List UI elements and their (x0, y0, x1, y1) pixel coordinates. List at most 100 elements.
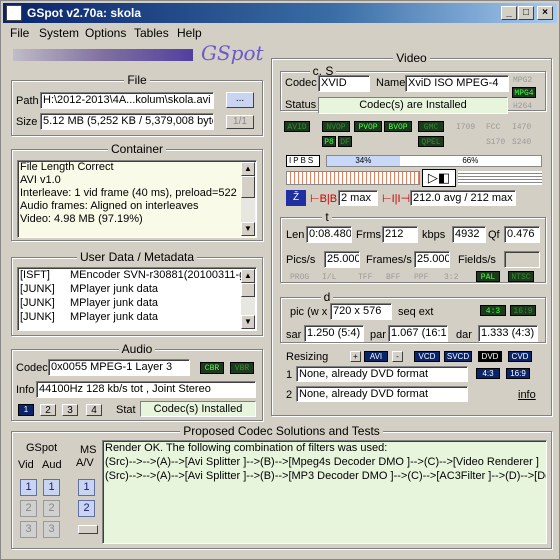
play-icon[interactable]: ▷◧ (422, 169, 456, 187)
frames-field: 25.000 (414, 251, 450, 268)
audio-codec-label: Codec (16, 362, 48, 374)
path-field[interactable]: H:\2012-2013\4A...kolum\skola.avi (40, 92, 214, 109)
vbr-indicator: VBR (230, 362, 254, 374)
userdata-value: MEncoder SVN-r30881(20100311-g (70, 269, 246, 281)
par-label: par (370, 329, 386, 341)
scroll-down-icon[interactable]: ▼ (241, 222, 255, 236)
seqext-label: seq ext (398, 306, 434, 318)
av-label: A/V (76, 457, 94, 469)
audio-title: Audio (118, 342, 156, 356)
gspot-aud-3[interactable]: 3 (43, 521, 60, 538)
resize-plus-button[interactable]: + (350, 351, 361, 362)
userdata-key: [ISFT] (20, 269, 50, 281)
audio-tab-2[interactable]: 2 (40, 404, 56, 416)
frame-pattern (286, 171, 420, 185)
resize-minus-button[interactable]: - (392, 351, 403, 362)
gspot-vid-2[interactable]: 2 (20, 500, 37, 517)
proposed-line: (Src)-->-->(A)-->[Avi Splitter ]-->(B)--… (105, 470, 547, 482)
browse-button[interactable]: ... (226, 92, 254, 108)
resize-cvd-button[interactable]: CVD (508, 351, 532, 362)
container-line: File Length Correct (20, 161, 114, 173)
pic-field: 720 x 576 (330, 303, 392, 320)
ms-extra-button[interactable] (78, 525, 98, 534)
gspot-aud-2[interactable]: 2 (43, 500, 60, 517)
pics-field: 25.000 (324, 251, 360, 268)
container-line: AVI v1.0 (20, 174, 61, 186)
path-label: Path (16, 95, 39, 107)
qpel-tag: QPEL (418, 136, 444, 147)
proposed-title: Proposed Codec Solutions and Tests (180, 424, 383, 438)
fields-field (504, 251, 540, 268)
minimize-button[interactable]: _ (501, 6, 517, 20)
video-title: Video (393, 51, 430, 65)
resize-avi-button[interactable]: AVI (364, 351, 388, 362)
aud-label: Aud (42, 459, 62, 471)
pics-label: Pics/s (286, 254, 316, 266)
audio-tab-1[interactable]: 1 (18, 404, 34, 416)
menu-file[interactable]: File (10, 26, 29, 40)
close-button[interactable]: × (537, 6, 553, 20)
mpg4-tag: MPG4 (512, 87, 536, 98)
graph-icon[interactable]: Ž (286, 190, 306, 206)
dar-field: 1.333 (4:3) (478, 325, 538, 342)
resize-43-button[interactable]: 4:3 (476, 368, 500, 379)
scroll-thumb[interactable] (241, 176, 255, 198)
audio-tab-4[interactable]: 4 (86, 404, 102, 416)
scroll-up-icon[interactable]: ▲ (241, 162, 255, 176)
i-frame-pct: 34% (327, 156, 400, 166)
menu-system[interactable]: System (39, 26, 79, 40)
proposed-list[interactable]: Render OK. The following combination of … (102, 440, 547, 544)
app-icon (6, 5, 22, 21)
scroll-up-icon[interactable]: ▲ (241, 269, 255, 283)
menu-help[interactable]: Help (177, 26, 202, 40)
ntsc-flag: NTSC (508, 271, 534, 282)
audio-group: Audio Codec 0x0055 MPEG-1 Layer 3 CBR VB… (11, 342, 263, 421)
resize-2-field: None, already DVD format (296, 386, 468, 402)
mpg2-tag: MPG2 (513, 76, 533, 85)
d-title: d (320, 290, 334, 304)
ar-169-indicator: 16:9 (510, 305, 536, 316)
video-codec-field: XVID (318, 75, 370, 92)
file-group: File Path H:\2012-2013\4A...kolum\skola.… (11, 73, 263, 136)
resize-1-field: None, already DVD format (296, 366, 468, 382)
maximize-button[interactable]: □ (518, 6, 534, 20)
page-indicator[interactable]: 1/1 (226, 115, 254, 129)
avid-tag: AVID (284, 121, 310, 132)
ms-av-2[interactable]: 2 (78, 500, 95, 517)
gspot-vid-1[interactable]: 1 (20, 479, 37, 496)
menu-tables[interactable]: Tables (134, 26, 169, 40)
frame-distribution-bar: 34% 66% (326, 155, 542, 167)
userdata-row: [ISFT] MEncoder SVN-r30881(20100311-g (18, 268, 256, 282)
audio-info-label: Info (16, 384, 35, 396)
gspot-aud-1[interactable]: 1 (43, 479, 60, 496)
resize-svcd-button[interactable]: SVCD (444, 351, 472, 362)
frms-label: Frms (356, 229, 382, 241)
userdata-key: [JUNK] (20, 311, 55, 323)
resize-dvd-button[interactable]: DVD (478, 351, 502, 362)
menu-options[interactable]: Options (85, 26, 126, 40)
len-label: Len (286, 229, 305, 241)
audio-tab-3[interactable]: 3 (62, 404, 78, 416)
ppf-flag: PPF (414, 273, 429, 282)
container-list[interactable]: File Length Correct AVI v1.0 Interleave:… (17, 160, 257, 238)
pal-flag: PAL (476, 271, 500, 282)
video-group: Video c, S Codec XVID Name XviD ISO MPEG… (271, 51, 552, 416)
info-link[interactable]: info (518, 389, 536, 401)
video-status-label: Status (285, 99, 317, 111)
bitrate-graph (458, 171, 542, 185)
container-scrollbar[interactable]: ▲ ▼ (241, 162, 255, 236)
resize-vcd-button[interactable]: VCD (414, 351, 440, 362)
resize-169-button[interactable]: 16:9 (506, 368, 530, 379)
kbps-label: kbps (422, 229, 446, 241)
il-flag: I/L (322, 273, 337, 282)
resizing-label: Resizing (286, 351, 329, 363)
s170-tag: S170 (486, 138, 506, 147)
scroll-down-icon[interactable]: ▼ (241, 315, 255, 329)
gspot-label: GSpot (26, 442, 58, 454)
ms-av-1[interactable]: 1 (78, 479, 95, 496)
gspot-vid-3[interactable]: 3 (20, 521, 37, 538)
video-status-field: Codec(s) are Installed (318, 97, 508, 114)
bff-flag: BFF (386, 273, 401, 282)
vid-label: Vid (18, 459, 34, 471)
frame-types: IPBS (286, 155, 320, 167)
